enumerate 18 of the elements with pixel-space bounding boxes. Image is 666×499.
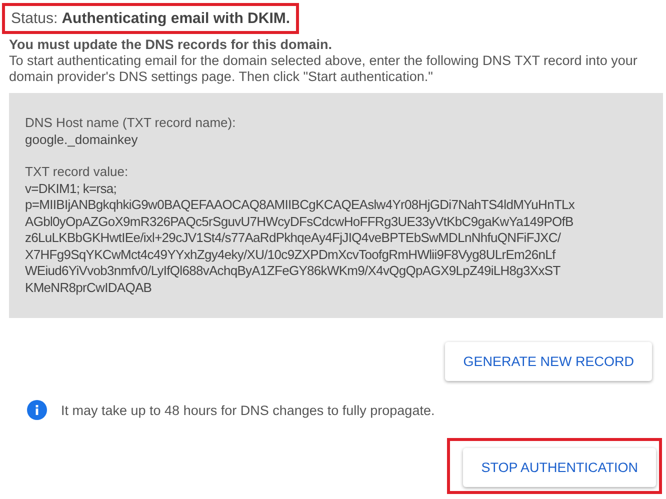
record-value-line: WEiud6YiVvob3nmfv0/LyIfQl688vAchqByA1ZFeGY86kWKm9/X4vQgQpAGX9LpZ49iLH8g3XxST xyxy=(25,263,562,280)
host-value: google._domainkey xyxy=(25,132,139,148)
info-icon xyxy=(27,400,47,420)
record-value-line: z6LuLKBbGKHwtIEe/ixl+29cJV1St4/s77AaRdPkhqeAy4FjJIQ4veBPTEbSwMDLnNhfuQNFiFJXC/ xyxy=(25,230,562,246)
host-label: DNS Host name (TXT record name): xyxy=(25,115,237,132)
status-label: Status: xyxy=(11,10,58,27)
value-label: TXT record value: xyxy=(25,164,130,180)
record-value-line: AGbl0yOpAZGoX9mR326PAQc5rSguvU7HWcyDFsCdcwHoFFRg3UE33yVtKbC9gaKwYa149POfB xyxy=(25,214,574,230)
notice-text: It may take up to 48 hours for DNS changes to fully propagate. xyxy=(61,402,435,418)
generate-button[interactable]: GENERATE NEW RECORD xyxy=(445,342,652,381)
stop-button[interactable]: STOP AUTHENTICATION xyxy=(463,448,656,487)
record-value-line: X7HFg9SqYKCwMct4c49YYxhZgy4eky/XU/10c9ZXPDmXcvToofgRmHWlii9F8Vyg8ULrEm26nLf xyxy=(25,246,557,263)
status-value: Authenticating email with DKIM. xyxy=(62,10,290,27)
instructions: To start authenticating email for the domain selected above, enter the following DNS TXT record into your domain provider's DNS settings page. Then click "Start authentication." xyxy=(9,53,638,85)
heading: You must update the DNS records for this domain. xyxy=(9,37,334,52)
record-value-line: KMeNR8prCwIDAQAB xyxy=(25,280,153,296)
record-value-line: v=DKIM1; k=rsa; xyxy=(25,180,118,197)
record-value-line: p=MIIBIjANBgkqhkiG9w0BAQEFAAOCAQ8AMIIBCgKCAQEAslw4Yr08HjGDi7NahTS4ldMYuHnTLx xyxy=(25,197,576,214)
